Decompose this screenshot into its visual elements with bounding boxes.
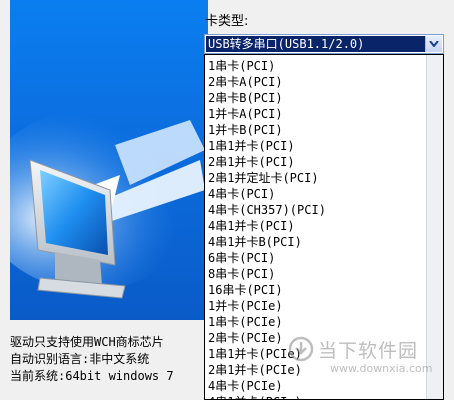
dropdown-option[interactable]: 1串卡(PCIe) [205,314,427,330]
computer-monitor-arrow-icon [10,110,205,299]
dropdown-option[interactable]: 2串1并卡(PCI) [205,154,427,170]
auto-language-text: 自动识别语言:非中文系统 [10,352,150,366]
card-type-label: 卡类型: [205,14,249,29]
dropdown-option[interactable]: 2串卡A(PCI) [205,74,427,90]
dropdown-scrollbar[interactable] [426,55,443,399]
dropdown-option[interactable]: 4串卡(CH357)(PCI) [205,202,427,218]
dropdown-option[interactable]: 4串卡(PCI) [205,186,427,202]
dropdown-option[interactable]: 1并卡(PCIe) [205,298,427,314]
dropdown-option[interactable]: 1并卡B(PCI) [205,122,427,138]
dropdown-option[interactable]: 2串1并卡(PCIe) [205,362,427,378]
dropdown-option[interactable]: 2串卡(PCIe) [205,330,427,346]
install-banner [10,0,208,320]
current-system-text: 当前系统:64bit windows 7 [10,369,174,383]
dropdown-option[interactable]: 16串卡(PCI) [205,282,427,298]
dropdown-option[interactable]: 2串卡B(PCI) [205,90,427,106]
dropdown-option[interactable]: 8串卡(PCI) [205,266,427,282]
dropdown-option[interactable]: 1串1并卡(PCIe) [205,346,427,362]
dropdown-option[interactable]: 6串卡(PCI) [205,250,427,266]
dropdown-option[interactable]: 1串1并卡(PCI) [205,138,427,154]
dropdown-option[interactable]: 4串卡(PCIe) [205,378,427,394]
dropdown-option[interactable]: 1并卡A(PCI) [205,106,427,122]
dropdown-option[interactable]: 4串1并卡(PCI) [205,218,427,234]
dropdown-option[interactable]: 1串卡(PCI) [205,58,427,74]
card-type-selected-value[interactable]: USB转多串口(USB1.1/2.0) [206,36,425,52]
dropdown-button[interactable] [425,36,442,52]
card-type-select[interactable]: USB转多串口(USB1.1/2.0) [204,34,444,54]
dropdown-option[interactable]: 4串1并卡B(PCI) [205,234,427,250]
dropdown-option[interactable]: 4串1并卡(PCIe) [205,394,427,399]
dropdown-option[interactable]: 2串1并定址卡(PCI) [205,170,427,186]
chevron-down-icon [429,41,439,47]
card-type-dropdown-list[interactable]: 1串卡(PCI) 2串卡A(PCI) 2串卡B(PCI) 1并卡A(PCI) 1并卡B(… [204,54,444,400]
info-panel: 驱动只支持使用WCH商标芯片 自动识别语言:非中文系统 当前系统:64bit w… [10,334,210,394]
driver-support-text: 驱动只支持使用WCH商标芯片 [10,335,164,349]
option-list: 1串卡(PCI) 2串卡A(PCI) 2串卡B(PCI) 1并卡A(PCI) 1并卡B(… [205,58,427,399]
